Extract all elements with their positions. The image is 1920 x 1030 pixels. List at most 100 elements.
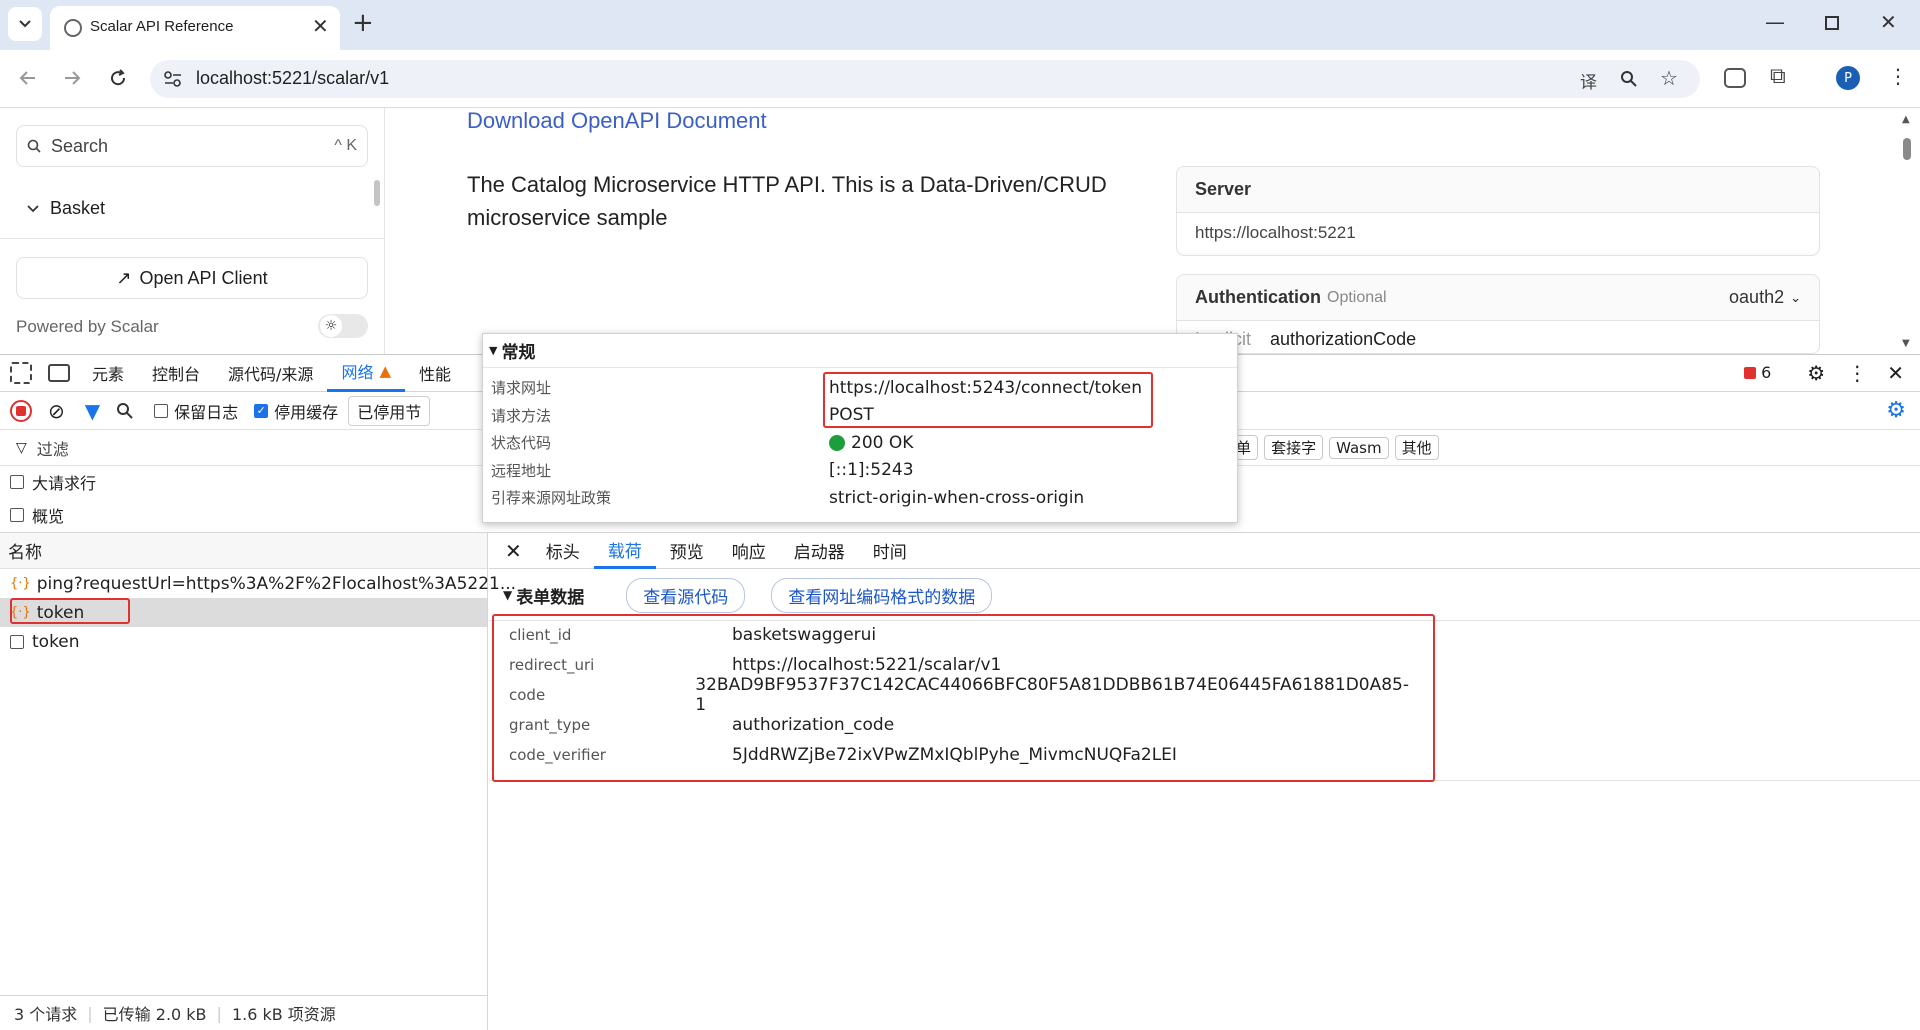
sun-icon: ☼ [320, 315, 342, 337]
back-button[interactable] [10, 60, 46, 96]
open-api-client-button[interactable]: ↗ Open API Client [16, 257, 368, 299]
form-data-title: 表单数据 [516, 587, 585, 608]
general-value[interactable]: [::1]:5243 [829, 460, 914, 480]
chevron-down-icon: ⌄ [1790, 289, 1801, 305]
request-row[interactable]: {·} ping?requestUrl=https%3A%2F%2Flocalh… [0, 569, 516, 598]
detail-tab-preview[interactable]: 预览 [656, 533, 718, 569]
devtools-menu-icon[interactable]: ⋮ [1847, 361, 1867, 385]
minimize-icon[interactable]: — [1765, 10, 1785, 34]
profile-avatar[interactable]: P [1836, 66, 1860, 90]
browser-tab[interactable]: Scalar API Reference ✕ [50, 6, 340, 50]
auth-label: Authentication [1195, 287, 1321, 307]
auth-scheme-select[interactable]: oauth2 [1729, 287, 1784, 308]
error-icon [1744, 366, 1757, 379]
auth-flow-value[interactable]: authorizationCode [1270, 329, 1416, 349]
address-bar[interactable]: localhost:5221/scalar/v1 译 ☆ [150, 60, 1700, 98]
overview-checkbox[interactable] [10, 508, 24, 522]
detail-tab-headers[interactable]: 标头 [532, 533, 594, 569]
filter-chip[interactable]: 套接字 [1264, 435, 1324, 460]
powered-by: Powered by Scalar [16, 317, 159, 336]
browser-menu-icon[interactable]: ⋮ [1888, 64, 1908, 88]
translate-icon[interactable]: 译 [1580, 68, 1597, 93]
record-stop-icon[interactable] [10, 399, 32, 422]
filter-input[interactable]: 过滤 [37, 436, 69, 460]
general-value[interactable]: strict-origin-when-cross-origin [829, 488, 1084, 508]
name-column-header[interactable]: 名称 [0, 533, 487, 569]
arrow-left-icon [19, 71, 35, 85]
filter-chip[interactable]: Wasm [1329, 436, 1389, 459]
reload-button[interactable] [100, 60, 136, 96]
restore-icon[interactable] [1825, 16, 1839, 30]
disable-cache-checkbox[interactable]: ✓ [254, 403, 269, 418]
theme-toggle[interactable]: ☼ [318, 314, 368, 338]
general-header[interactable]: ▼ 常规 [483, 334, 1237, 368]
server-url[interactable]: https://localhost:5221 [1177, 213, 1819, 253]
chevron-down-icon [27, 204, 39, 212]
nav-section-basket[interactable]: Basket [26, 198, 105, 219]
disable-cache-label: 停用缓存 [274, 402, 339, 422]
tab-sources[interactable]: 源代码/来源 [214, 354, 327, 392]
extensions-icon[interactable]: ⧉ [1770, 64, 1786, 89]
forward-button[interactable] [54, 60, 90, 96]
throttle-select[interactable]: 已停用节 [348, 395, 431, 426]
network-status-bar: 3 个请求 | 已传输 2.0 kB | 1.6 kB 项资源 [0, 995, 488, 1030]
scroll-up-icon: ▲ [1902, 114, 1910, 125]
inspect-element-icon[interactable] [10, 361, 32, 384]
detail-tab-timing[interactable]: 时间 [859, 533, 921, 569]
general-key: 远程地址 [491, 461, 552, 480]
caret-down-icon: ▼ [489, 344, 498, 357]
overview-option[interactable]: 概览 [10, 503, 64, 527]
device-toolbar-icon[interactable] [48, 363, 70, 382]
general-key: 状态代码 [491, 434, 552, 453]
error-count[interactable]: 6 [1761, 363, 1771, 382]
zoom-icon[interactable] [1620, 70, 1638, 88]
tab-network[interactable]: 网络 ▲ [327, 354, 405, 392]
highlight-box [10, 598, 130, 624]
close-window-icon[interactable]: ✕ [1880, 10, 1897, 34]
caret-down-icon[interactable]: ▼ [503, 588, 512, 602]
general-value[interactable]: 200 OK [851, 433, 913, 453]
close-devtools-icon[interactable]: ✕ [1887, 361, 1904, 385]
clear-icon[interactable]: ⊘ [48, 399, 65, 423]
scroll-thumb[interactable] [1903, 138, 1911, 160]
filter-chip[interactable]: 其他 [1394, 435, 1439, 460]
general-title: 常规 [501, 343, 536, 363]
search-icon[interactable] [116, 402, 134, 420]
tab-search-button[interactable] [8, 7, 42, 41]
detail-tab-payload[interactable]: 载荷 [593, 533, 656, 569]
chevron-down-icon [19, 20, 31, 28]
tab-elements[interactable]: 元素 [78, 354, 138, 392]
preserve-log-label: 保留日志 [174, 402, 239, 422]
detail-tab-response[interactable]: 响应 [718, 533, 780, 569]
xhr-icon: {·} [10, 576, 31, 591]
big-rows-checkbox[interactable] [10, 475, 24, 489]
request-row[interactable]: token [0, 627, 487, 656]
overview-label: 概览 [32, 507, 65, 526]
bookmark-star-icon[interactable]: ☆ [1660, 66, 1678, 90]
preserve-log-checkbox[interactable] [154, 403, 169, 418]
network-settings-icon[interactable]: ⚙ [1886, 398, 1906, 423]
highlight-box [492, 614, 1435, 782]
detail-tab-initiator[interactable]: 启动器 [780, 533, 859, 569]
detail-tab-bar: ✕ 标头 载荷 预览 响应 启动器 时间 [489, 533, 1920, 569]
close-tab-icon[interactable]: ✕ [312, 14, 329, 38]
settings-gear-icon[interactable]: ⚙ [1807, 361, 1825, 385]
filter-funnel-icon[interactable]: ▼ [85, 399, 100, 423]
page-scrollbar[interactable]: ▲ ▼ [1900, 112, 1914, 354]
download-openapi-link[interactable]: Download OpenAPI Document [467, 108, 767, 134]
tab-performance[interactable]: 性能 [405, 354, 465, 392]
new-tab-button[interactable]: + [352, 8, 374, 38]
close-detail-icon[interactable]: ✕ [505, 539, 522, 563]
general-key: 请求方法 [491, 406, 552, 425]
sidebar-scrollbar[interactable] [374, 180, 380, 206]
view-source-button[interactable]: 查看源代码 [626, 577, 746, 613]
big-request-rows-option[interactable]: 大请求行 [10, 470, 96, 494]
request-count: 3 个请求 [14, 1005, 78, 1024]
tab-console[interactable]: 控制台 [138, 354, 214, 392]
document-icon [10, 634, 24, 649]
view-url-encoded-button[interactable]: 查看网址编码格式的数据 [771, 577, 993, 613]
tab-groups-icon[interactable] [1724, 68, 1746, 88]
request-name: ping?requestUrl=https%3A%2F%2Flocalhost%… [36, 573, 517, 594]
globe-icon [64, 19, 82, 37]
search-input[interactable]: Search ^ K [16, 125, 368, 167]
